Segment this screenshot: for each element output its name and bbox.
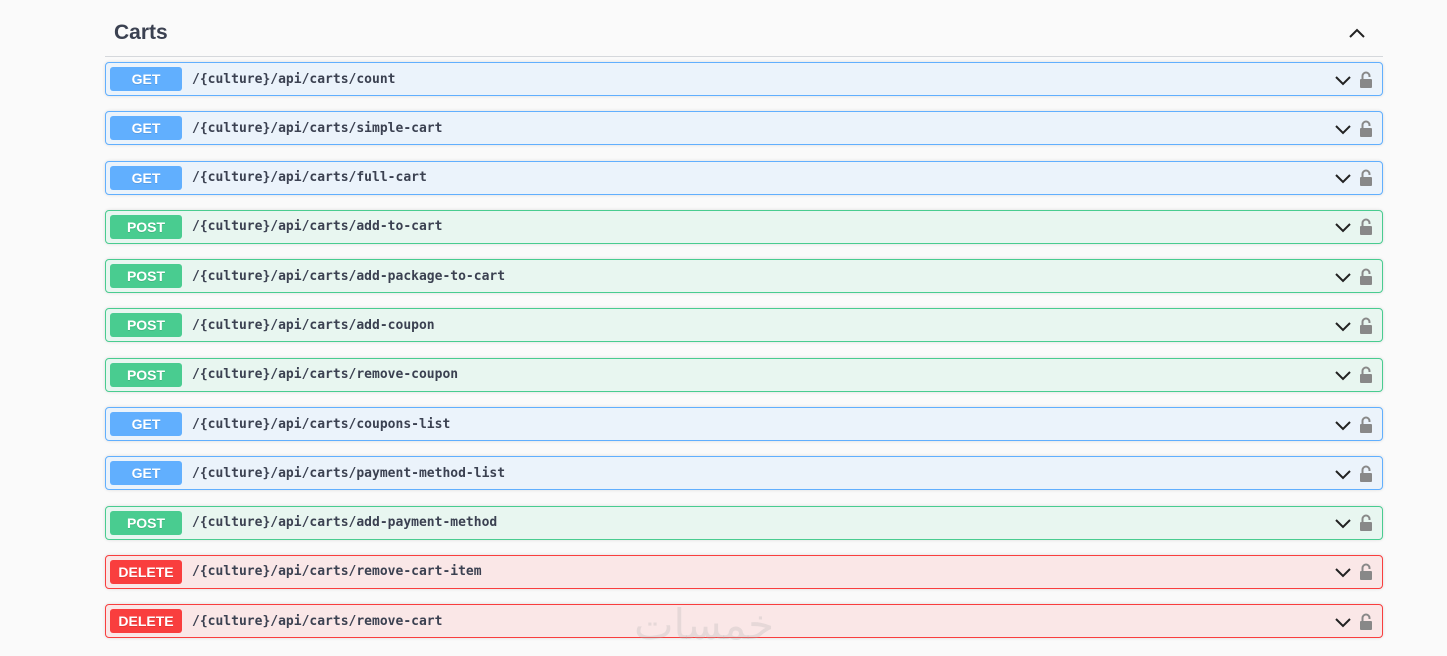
operation-row[interactable]: DELETE /{culture}/api/carts/remove-cart-… bbox=[105, 554, 1383, 589]
carts-section: Carts GET /{culture}/api/carts/count GET… bbox=[105, 10, 1383, 654]
operations-list: GET /{culture}/api/carts/count GET /{cul… bbox=[105, 62, 1383, 639]
operation-row[interactable]: POST /{culture}/api/carts/remove-coupon bbox=[105, 357, 1383, 392]
collapse-icon[interactable] bbox=[1341, 17, 1373, 49]
operation-path: /{culture}/api/carts/add-to-cart bbox=[192, 219, 443, 235]
method-badge: DELETE bbox=[110, 559, 182, 584]
operation-row[interactable]: POST /{culture}/api/carts/add-coupon bbox=[105, 308, 1383, 343]
chevron-down-icon[interactable] bbox=[1334, 318, 1352, 336]
chevron-down-icon[interactable] bbox=[1334, 269, 1352, 287]
chevron-down-icon[interactable] bbox=[1334, 564, 1352, 582]
lock-icon[interactable] bbox=[1358, 218, 1374, 236]
operation-path: /{culture}/api/carts/add-payment-method bbox=[192, 515, 498, 531]
method-badge: DELETE bbox=[110, 609, 182, 634]
lock-icon[interactable] bbox=[1358, 464, 1374, 482]
method-badge: GET bbox=[110, 412, 182, 437]
operation-row[interactable]: DELETE /{culture}/api/carts/remove-cart bbox=[105, 604, 1383, 639]
lock-icon[interactable] bbox=[1358, 316, 1374, 334]
method-badge: POST bbox=[110, 264, 182, 289]
operation-path: /{culture}/api/carts/full-cart bbox=[192, 170, 427, 186]
operation-path: /{culture}/api/carts/count bbox=[192, 71, 396, 87]
tag-title: Carts bbox=[114, 21, 168, 44]
lock-icon[interactable] bbox=[1358, 415, 1374, 433]
operation-path: /{culture}/api/carts/simple-cart bbox=[192, 120, 443, 136]
lock-icon[interactable] bbox=[1358, 612, 1374, 630]
operation-row[interactable]: GET /{culture}/api/carts/full-cart bbox=[105, 160, 1383, 195]
operation-row[interactable]: GET /{culture}/api/carts/payment-method-… bbox=[105, 456, 1383, 491]
operation-row[interactable]: POST /{culture}/api/carts/add-to-cart bbox=[105, 209, 1383, 244]
chevron-down-icon[interactable] bbox=[1334, 466, 1352, 484]
operation-path: /{culture}/api/carts/remove-cart bbox=[192, 613, 443, 629]
method-badge: POST bbox=[110, 510, 182, 535]
operation-row[interactable]: GET /{culture}/api/carts/coupons-list bbox=[105, 407, 1383, 442]
operation-path: /{culture}/api/carts/coupons-list bbox=[192, 416, 451, 432]
operation-path: /{culture}/api/carts/add-package-to-cart bbox=[192, 268, 506, 284]
operation-row[interactable]: POST /{culture}/api/carts/add-package-to… bbox=[105, 259, 1383, 294]
method-badge: GET bbox=[110, 116, 182, 141]
operation-path: /{culture}/api/carts/add-coupon bbox=[192, 317, 435, 333]
lock-icon[interactable] bbox=[1358, 267, 1374, 285]
lock-icon[interactable] bbox=[1358, 169, 1374, 187]
operation-path: /{culture}/api/carts/remove-coupon bbox=[192, 367, 459, 383]
lock-icon[interactable] bbox=[1358, 119, 1374, 137]
chevron-down-icon[interactable] bbox=[1334, 515, 1352, 533]
chevron-down-icon[interactable] bbox=[1334, 219, 1352, 237]
operation-row[interactable]: GET /{culture}/api/carts/count bbox=[105, 62, 1383, 96]
operation-path: /{culture}/api/carts/payment-method-list bbox=[192, 465, 506, 481]
chevron-down-icon[interactable] bbox=[1334, 367, 1352, 385]
operation-path: /{culture}/api/carts/remove-cart-item bbox=[192, 564, 482, 580]
tag-header[interactable]: Carts bbox=[105, 10, 1383, 57]
method-badge: GET bbox=[110, 165, 182, 190]
chevron-down-icon[interactable] bbox=[1334, 170, 1352, 188]
lock-icon[interactable] bbox=[1358, 563, 1374, 581]
lock-icon[interactable] bbox=[1358, 366, 1374, 384]
method-badge: GET bbox=[110, 67, 182, 91]
method-badge: POST bbox=[110, 214, 182, 239]
method-badge: GET bbox=[110, 461, 182, 486]
chevron-down-icon[interactable] bbox=[1334, 121, 1352, 139]
lock-icon[interactable] bbox=[1358, 514, 1374, 532]
chevron-down-icon[interactable] bbox=[1334, 72, 1352, 90]
chevron-down-icon[interactable] bbox=[1334, 614, 1352, 632]
method-badge: POST bbox=[110, 313, 182, 338]
method-badge: POST bbox=[110, 362, 182, 387]
lock-icon[interactable] bbox=[1358, 70, 1374, 88]
operation-row[interactable]: POST /{culture}/api/carts/add-payment-me… bbox=[105, 505, 1383, 540]
chevron-down-icon[interactable] bbox=[1334, 417, 1352, 435]
operation-row[interactable]: GET /{culture}/api/carts/simple-cart bbox=[105, 111, 1383, 146]
